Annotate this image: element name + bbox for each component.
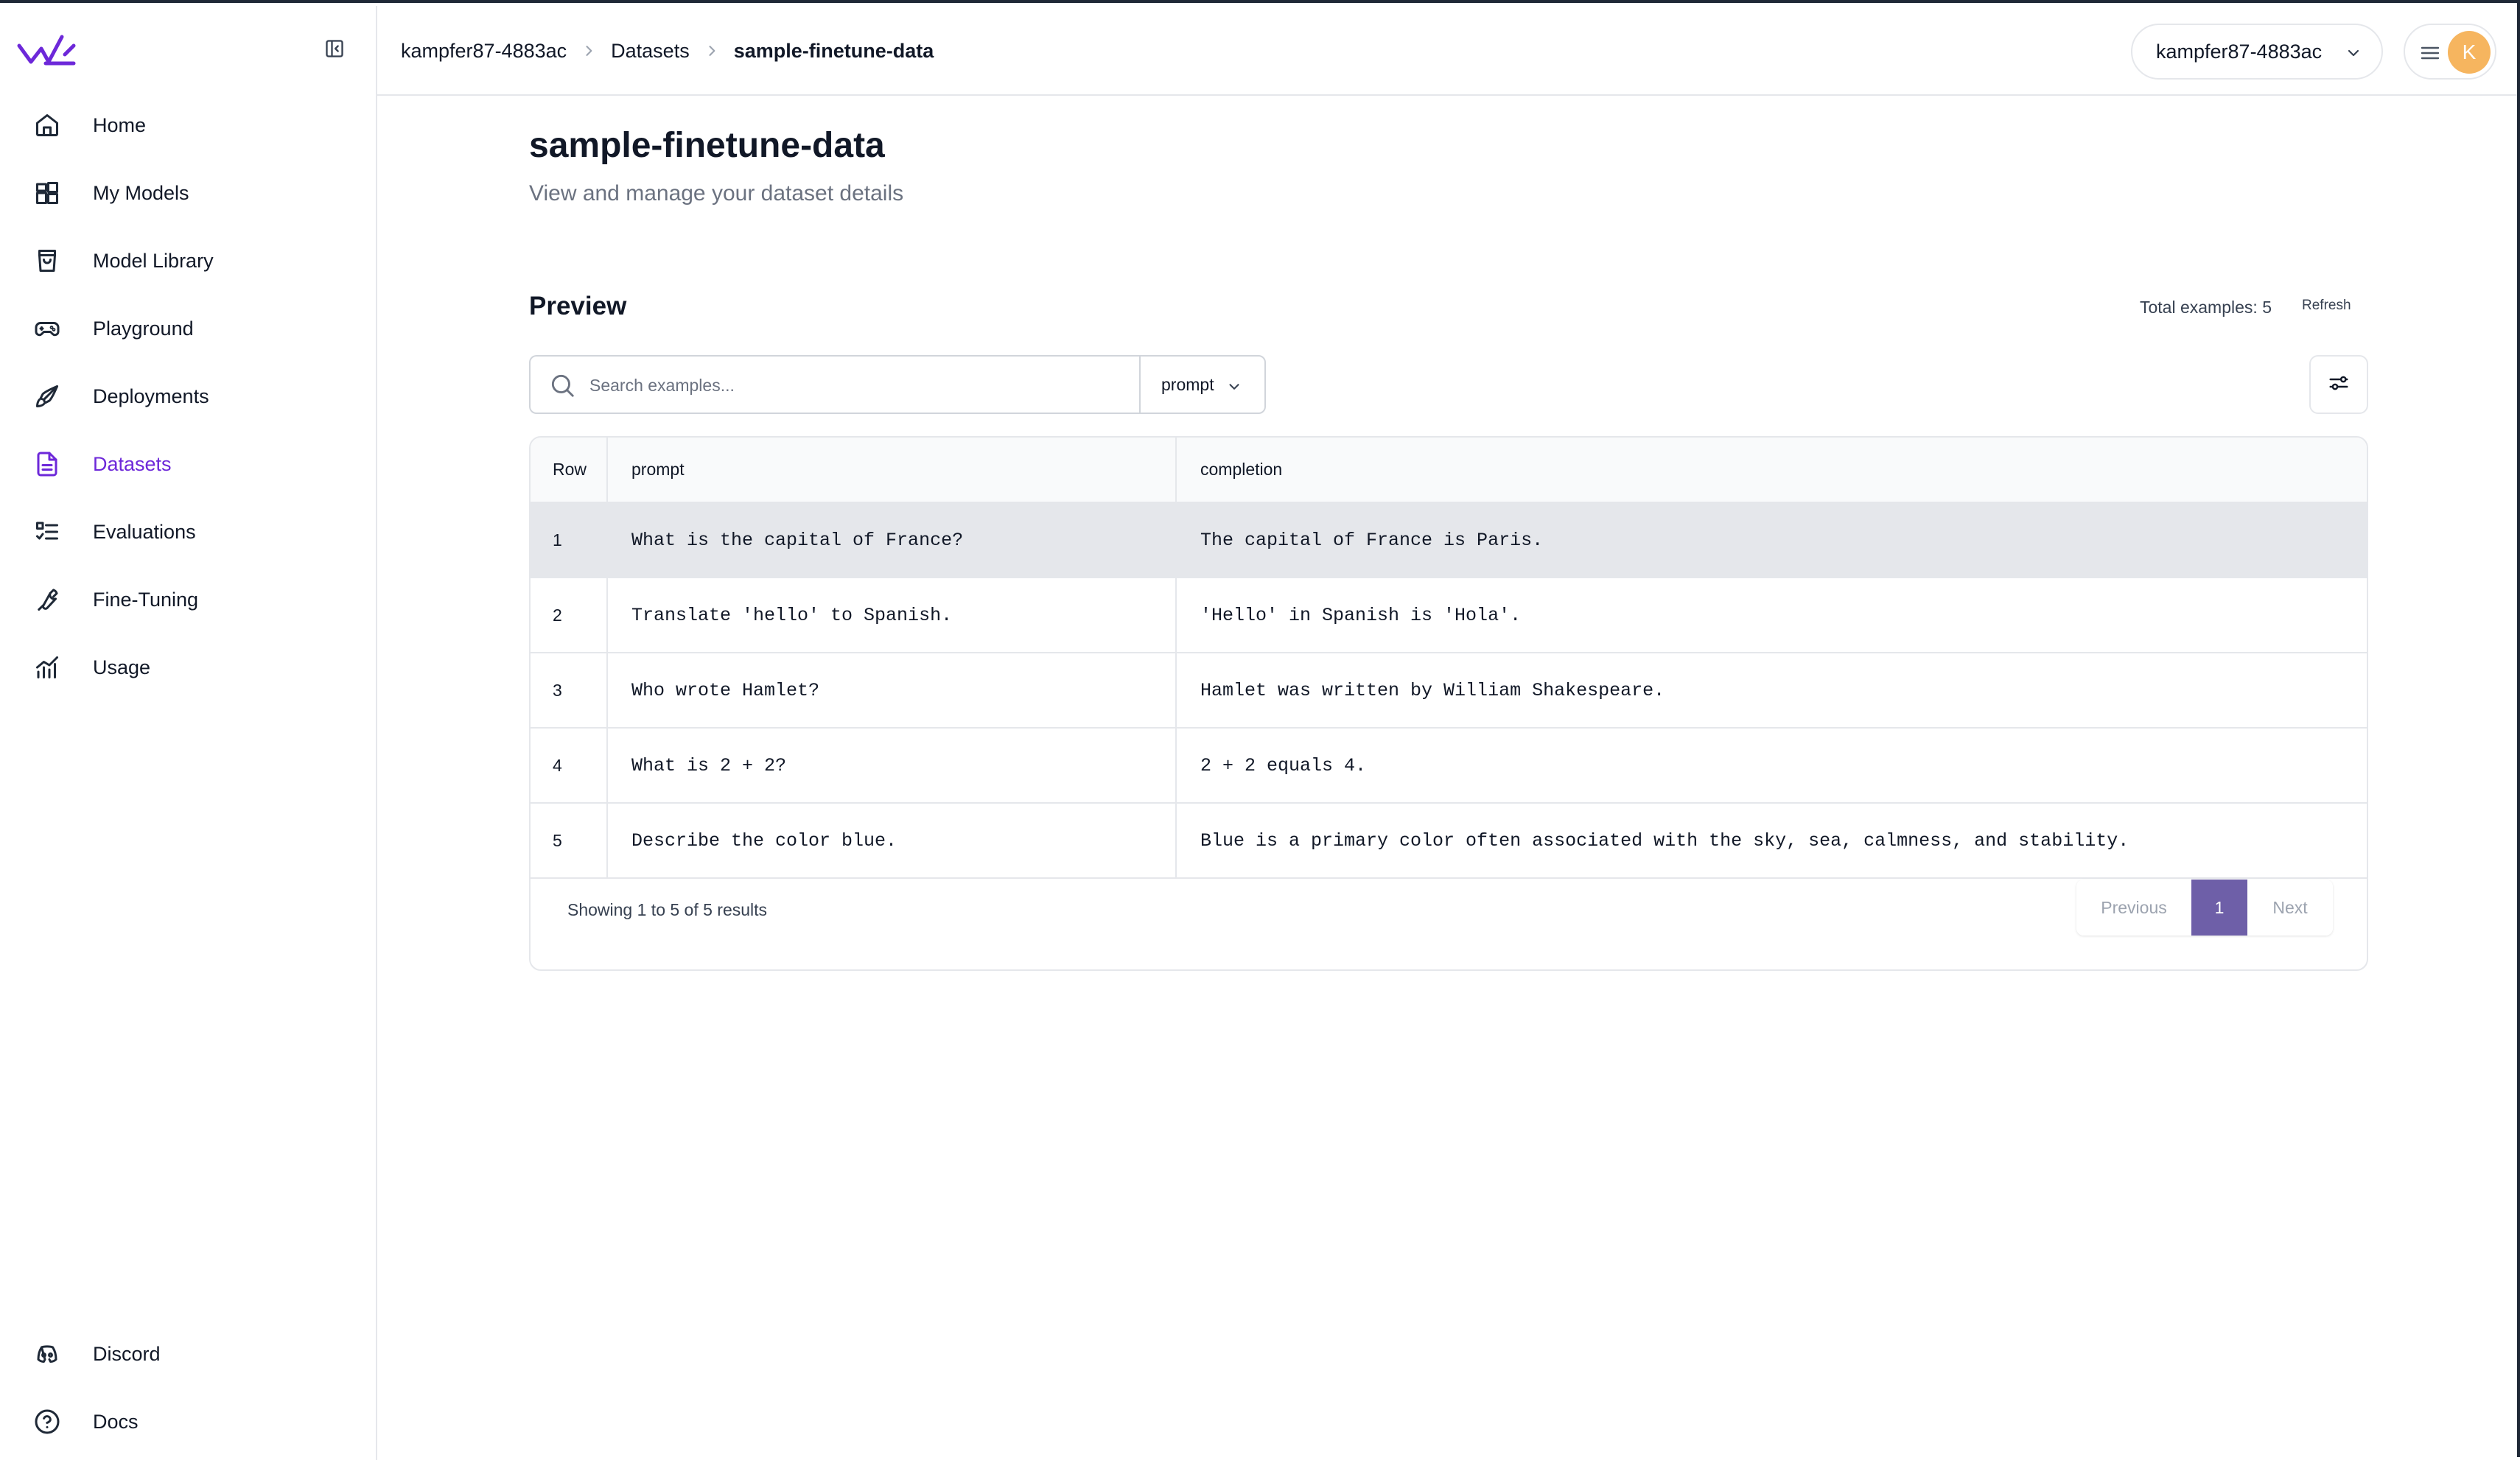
table-row[interactable]: 1 What is the capital of France? The cap… <box>531 502 2367 578</box>
search-box <box>529 355 1139 414</box>
row-number: 4 <box>531 728 608 804</box>
sidebar-item-my-models[interactable]: My Models <box>0 166 377 220</box>
sidebar-item-label: Deployments <box>93 385 209 407</box>
completion-cell: 2 + 2 equals 4. <box>1176 728 2367 804</box>
preview-title: Preview <box>529 292 627 320</box>
sidebar-item-fine-tuning[interactable]: Fine-Tuning <box>0 573 377 626</box>
prompt-cell: What is 2 + 2? <box>607 728 1177 804</box>
previous-page-button[interactable]: Previous <box>2076 880 2191 936</box>
breadcrumb: kampfer87-4883ac Datasets sample-finetun… <box>401 6 934 96</box>
sidebar-item-label: My Models <box>93 181 189 204</box>
total-examples-count: Total examples: 5 <box>2140 298 2272 317</box>
sidebar-item-label: Usage <box>93 656 151 678</box>
next-page-button[interactable]: Next <box>2247 880 2333 936</box>
prompt-cell: Translate 'hello' to Spanish. <box>607 578 1177 653</box>
completion-cell: Blue is a primary color often associated… <box>1176 803 2367 879</box>
gamepad-icon <box>32 314 62 343</box>
chevron-down-icon <box>2345 44 2362 67</box>
column-header-prompt[interactable]: prompt <box>607 438 1177 503</box>
chevron-right-icon <box>690 43 734 58</box>
completion-cell: Hamlet was written by William Shakespear… <box>1176 653 2367 729</box>
prompt-cell: What is the capital of France? <box>607 502 1177 578</box>
sidebar-item-model-library[interactable]: Model Library <box>0 234 377 287</box>
table-row[interactable]: 3 Who wrote Hamlet? Hamlet was written b… <box>531 653 2367 729</box>
column-filter-select[interactable]: prompt <box>1139 355 1266 414</box>
sidebar: Home My Models Model Library Playground <box>0 6 377 1460</box>
hamburger-menu-icon <box>2420 44 2440 66</box>
column-filter-label: prompt <box>1161 374 1214 394</box>
models-icon <box>32 178 62 208</box>
refresh-button[interactable]: Refresh <box>2302 298 2351 314</box>
breadcrumb-current: sample-finetune-data <box>733 39 934 62</box>
sidebar-item-discord[interactable]: Discord <box>0 1327 377 1380</box>
rocket-icon <box>32 382 62 411</box>
pagination: Previous 1 Next <box>2076 880 2333 936</box>
sidebar-item-label: Home <box>93 113 147 136</box>
row-number: 2 <box>531 578 608 653</box>
prompt-cell: Who wrote Hamlet? <box>607 653 1177 729</box>
chevron-down-icon <box>1226 379 1242 399</box>
sidebar-item-usage[interactable]: Usage <box>0 641 377 694</box>
page-title: sample-finetune-data <box>529 126 885 165</box>
sidebar-item-label: Docs <box>93 1410 139 1433</box>
discord-icon <box>32 1339 62 1369</box>
sidebar-item-docs[interactable]: Docs <box>0 1395 377 1448</box>
table-row[interactable]: 2 Translate 'hello' to Spanish. 'Hello' … <box>531 578 2367 653</box>
home-icon <box>32 110 62 140</box>
filter-settings-button[interactable] <box>2309 355 2368 414</box>
preview-table-card: Row prompt completion 1 What is the capi… <box>529 436 2368 971</box>
preview-table: Row prompt completion 1 What is the capi… <box>531 438 2367 879</box>
table-header-row: Row prompt completion <box>531 438 2367 503</box>
help-circle-icon <box>32 1407 62 1436</box>
avatar: K <box>2448 31 2491 74</box>
brand-logo-icon[interactable] <box>16 32 78 68</box>
app-frame: Home My Models Model Library Playground <box>0 0 2520 1460</box>
wrench-icon <box>32 585 62 614</box>
pagination-summary: Showing 1 to 5 of 5 results <box>567 900 768 919</box>
completion-cell: The capital of France is Paris. <box>1176 502 2367 578</box>
page-1-button[interactable]: 1 <box>2191 880 2247 936</box>
sidebar-item-label: Evaluations <box>93 520 196 543</box>
user-menu-button[interactable]: K <box>2404 24 2496 80</box>
page-subtitle: View and manage your dataset details <box>529 181 904 206</box>
sidebar-item-home[interactable]: Home <box>0 99 377 152</box>
document-icon <box>32 449 62 479</box>
sliders-icon <box>2328 372 2350 398</box>
sidebar-item-playground[interactable]: Playground <box>0 302 377 355</box>
shopping-bag-icon <box>32 246 62 275</box>
prompt-cell: Describe the color blue. <box>607 803 1177 879</box>
top-bar: kampfer87-4883ac Datasets sample-finetun… <box>377 6 2517 96</box>
sidebar-item-label: Discord <box>93 1342 161 1365</box>
completion-cell: 'Hello' in Spanish is 'Hola'. <box>1176 578 2367 653</box>
row-number: 5 <box>531 803 608 879</box>
collapse-sidebar-icon[interactable] <box>323 37 346 60</box>
breadcrumb-org[interactable]: kampfer87-4883ac <box>401 40 567 63</box>
table-row[interactable]: 4 What is 2 + 2? 2 + 2 equals 4. <box>531 728 2367 804</box>
row-number: 3 <box>531 653 608 729</box>
row-number: 1 <box>531 502 608 578</box>
breadcrumb-datasets[interactable]: Datasets <box>611 40 690 63</box>
checklist-icon <box>32 517 62 547</box>
table-row[interactable]: 5 Describe the color blue. Blue is a pri… <box>531 803 2367 879</box>
chevron-right-icon <box>567 43 611 58</box>
sidebar-item-label: Datasets <box>93 452 172 475</box>
org-selector-label: kampfer87-4883ac <box>2156 40 2323 63</box>
column-header-completion[interactable]: completion <box>1176 438 2367 503</box>
org-selector[interactable]: kampfer87-4883ac <box>2131 24 2383 80</box>
search-icon <box>548 371 576 403</box>
sidebar-item-label: Model Library <box>93 249 214 272</box>
chart-icon <box>32 653 62 682</box>
sidebar-item-deployments[interactable]: Deployments <box>0 370 377 423</box>
sidebar-item-evaluations[interactable]: Evaluations <box>0 505 377 558</box>
column-header-row[interactable]: Row <box>531 438 608 503</box>
sidebar-item-datasets[interactable]: Datasets <box>0 438 377 491</box>
search-input[interactable] <box>589 367 1120 404</box>
sidebar-item-label: Fine-Tuning <box>93 588 199 611</box>
sidebar-item-label: Playground <box>93 317 194 340</box>
